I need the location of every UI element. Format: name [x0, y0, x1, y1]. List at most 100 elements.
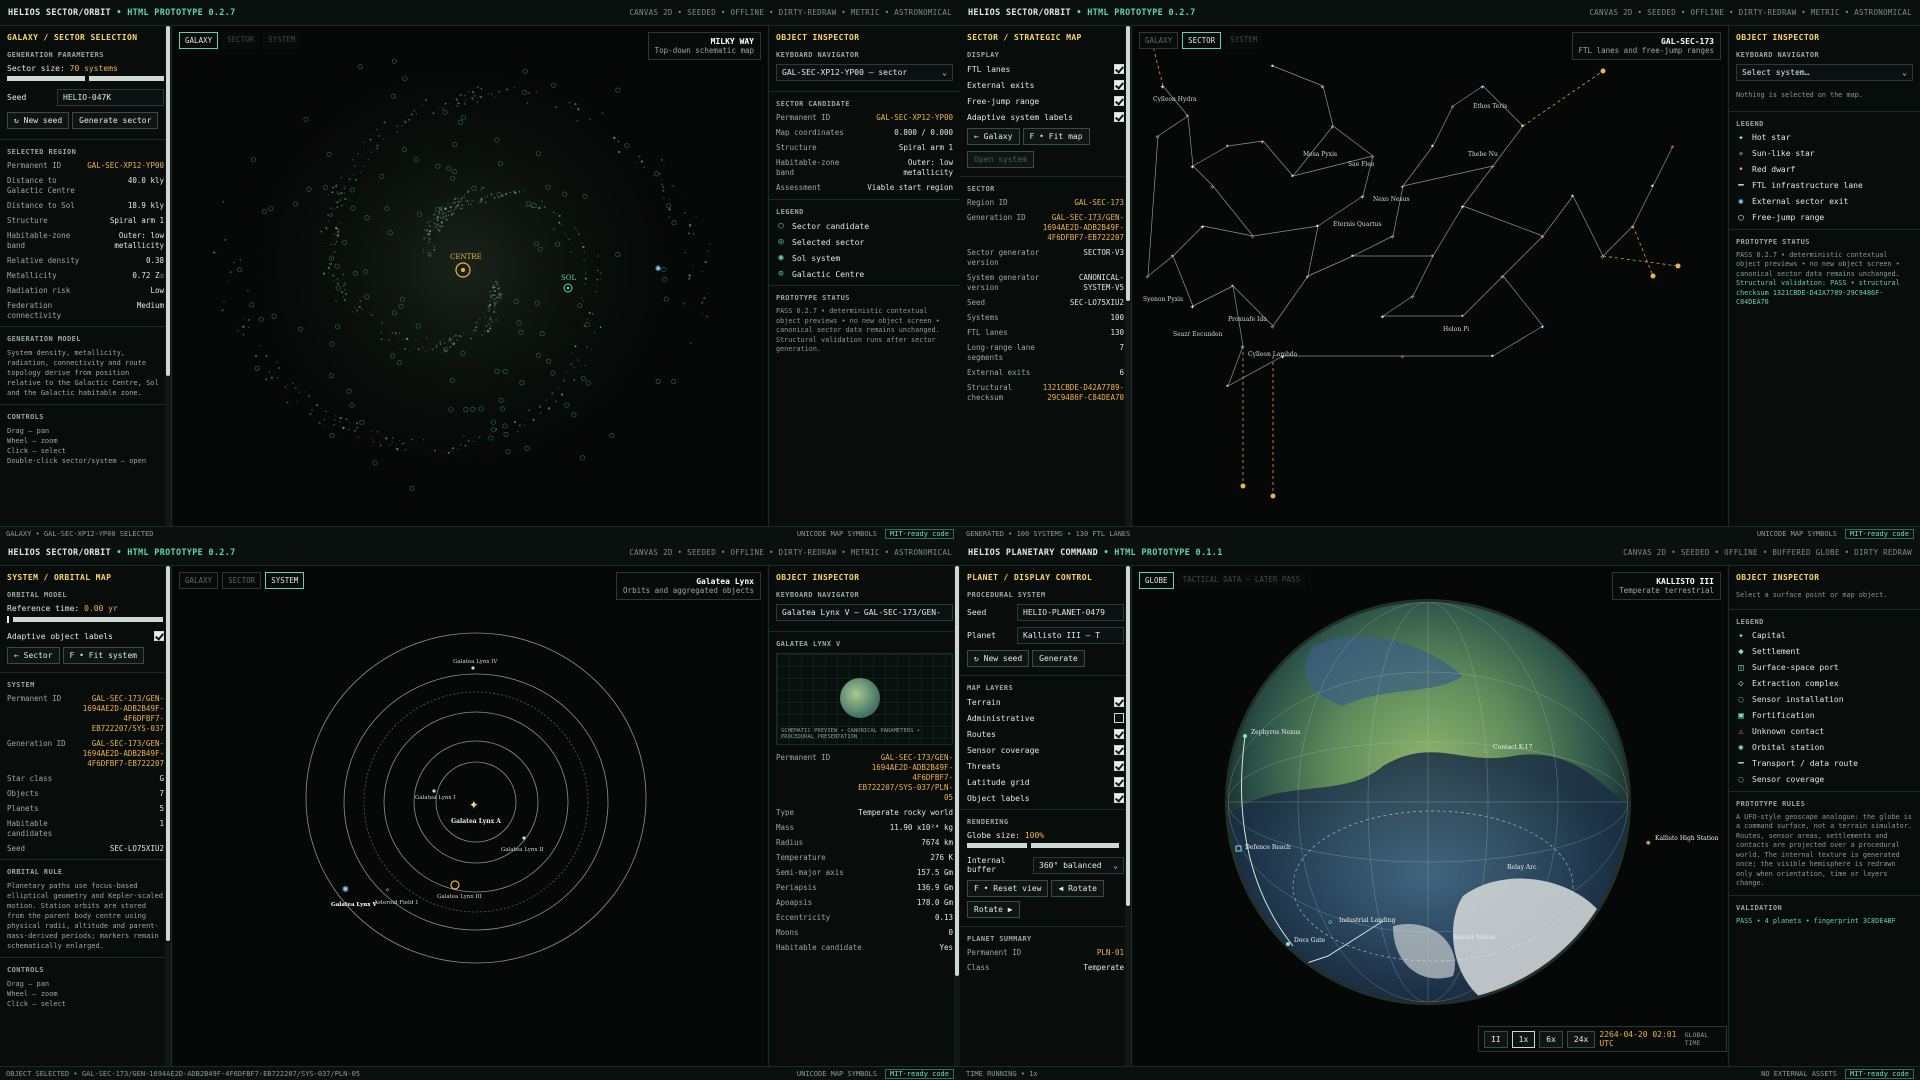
- fit-system-button[interactable]: F • Fit system: [62, 647, 144, 664]
- toggle-checkbox[interactable]: [1114, 697, 1124, 707]
- system-star-marker[interactable]: •: [1170, 252, 1175, 261]
- toggle-checkbox[interactable]: [1114, 761, 1124, 771]
- rotate-right-button[interactable]: Rotate ▶: [967, 901, 1020, 918]
- system-star-marker[interactable]: •: [1570, 192, 1575, 201]
- planet-select[interactable]: Kallisto III — T: [1017, 627, 1124, 644]
- layer-toggle[interactable]: Object labels: [967, 793, 1124, 803]
- toggle-checkbox[interactable]: [1114, 80, 1124, 90]
- system-star-marker[interactable]: ✦: [1160, 82, 1165, 91]
- system-star-marker[interactable]: ✧: [1490, 162, 1495, 171]
- toggle-checkbox[interactable]: [1114, 713, 1124, 723]
- system-star-marker[interactable]: ✧: [1600, 252, 1605, 261]
- external-exit-marker[interactable]: [1600, 68, 1606, 74]
- external-exit-marker[interactable]: [1240, 483, 1246, 489]
- galaxy-back-button[interactable]: ← Galaxy: [967, 128, 1020, 145]
- layer-toggle[interactable]: Routes: [967, 729, 1124, 739]
- buffer-select[interactable]: 360° balanced ⌄: [1033, 856, 1124, 874]
- system-star-marker[interactable]: ✧: [1250, 232, 1255, 241]
- globe-size-slider[interactable]: [967, 843, 1124, 848]
- system-star-marker[interactable]: ✦: [1540, 232, 1545, 241]
- sector-size-slider[interactable]: [7, 76, 164, 81]
- system-star-marker[interactable]: ✧: [1210, 182, 1215, 191]
- planet-marker[interactable]: [471, 666, 475, 670]
- sector-canvas[interactable]: ✦ • ✧ ✦ • ✧ ✦ • ✧ ✦ • ✧ ✦ • ✧ ✦ • ✧ ✦ • ✧ ✦ • ✧ ✦ • ✧ ✦ • ✧ ✦ • ✧ ✦ • ✧ ✦ • ✧ ✦…: [1133, 26, 1727, 526]
- sector-back-button[interactable]: ← Sector: [7, 647, 60, 664]
- system-star-marker[interactable]: ✦: [1190, 302, 1195, 311]
- asteroid-field-marker[interactable]: ✧: [385, 885, 390, 894]
- planet-marker[interactable]: [522, 836, 526, 840]
- external-exit-marker[interactable]: [1270, 493, 1276, 499]
- system-star-marker[interactable]: •: [1315, 222, 1320, 231]
- system-star-marker[interactable]: ✧: [1450, 102, 1455, 111]
- pause-button[interactable]: II: [1484, 1030, 1508, 1048]
- system-star-marker[interactable]: •: [1290, 172, 1295, 181]
- layer-toggle[interactable]: Sensor coverage: [967, 745, 1124, 755]
- layer-toggle[interactable]: Terrain: [967, 697, 1124, 707]
- selected-planet-marker[interactable]: ✺: [342, 882, 349, 895]
- tab-system[interactable]: SYSTEM: [265, 572, 305, 589]
- layer-toggle[interactable]: FTL lanes: [967, 64, 1124, 74]
- new-seed-button[interactable]: ↻ New seed: [7, 112, 70, 129]
- tab-globe[interactable]: GLOBE: [1139, 572, 1174, 589]
- toggle-checkbox[interactable]: [1114, 64, 1124, 74]
- system-star-marker[interactable]: ✧: [1240, 342, 1245, 351]
- tab-galaxy[interactable]: GALAXY: [1139, 32, 1179, 49]
- fit-map-button[interactable]: F • Fit map: [1022, 128, 1090, 145]
- sector-candidate-marker[interactable]: [671, 378, 677, 384]
- adaptive-labels-checkbox[interactable]: [154, 631, 164, 641]
- external-exit-marker[interactable]: [1675, 263, 1681, 269]
- layer-toggle[interactable]: External exits: [967, 80, 1124, 90]
- system-star-marker[interactable]: ✧: [1410, 292, 1415, 301]
- system-star-marker[interactable]: ✧: [1155, 132, 1160, 141]
- system-star-marker[interactable]: ✧: [1670, 142, 1675, 151]
- tab-sector[interactable]: SECTOR: [222, 32, 260, 49]
- system-star-marker[interactable]: ✦: [1400, 182, 1405, 191]
- system-star-marker[interactable]: •: [1350, 252, 1355, 261]
- selected-sector-marker[interactable]: ✺: [655, 263, 661, 274]
- system-star-marker[interactable]: ✦: [1630, 222, 1635, 231]
- generate-sector-button[interactable]: Generate sector: [72, 112, 159, 129]
- system-star-marker[interactable]: ✧: [1370, 152, 1375, 161]
- layer-toggle[interactable]: Administrative: [967, 713, 1124, 723]
- sector-map[interactable]: GALAXY SECTOR SYSTEM GAL-SEC-173 FTL lane…: [1133, 26, 1727, 526]
- tab-tactical[interactable]: TACTICAL DATA — LATER PASS: [1177, 572, 1305, 589]
- system-star-marker[interactable]: ✧: [1400, 352, 1405, 361]
- system-star-marker[interactable]: •: [1460, 312, 1465, 321]
- layer-toggle[interactable]: Latitude grid: [967, 777, 1124, 787]
- system-star-marker[interactable]: ✧: [1145, 272, 1150, 281]
- system-star-marker[interactable]: ✧: [1270, 322, 1275, 331]
- toggle-checkbox[interactable]: [1114, 777, 1124, 787]
- port-marker[interactable]: [1286, 942, 1290, 946]
- tab-sector[interactable]: SECTOR: [222, 572, 262, 589]
- system-star-marker[interactable]: •: [1230, 282, 1235, 291]
- seed-input[interactable]: HELIO-PLANET-0479: [1017, 604, 1124, 621]
- system-star-marker[interactable]: ✦: [1320, 82, 1325, 91]
- tab-system[interactable]: SYSTEM: [263, 32, 301, 49]
- system-star-marker[interactable]: ✦: [1480, 82, 1485, 91]
- system-star-marker[interactable]: ✦: [1200, 222, 1205, 231]
- toggle-checkbox[interactable]: [1114, 729, 1124, 739]
- tab-sector[interactable]: SECTOR: [1182, 32, 1222, 49]
- reset-view-button[interactable]: F • Reset view: [967, 880, 1049, 897]
- planet-marker[interactable]: [450, 880, 460, 890]
- toggle-checkbox[interactable]: [1114, 793, 1124, 803]
- tab-galaxy[interactable]: GALAXY: [179, 32, 219, 49]
- star-marker[interactable]: ✦: [469, 794, 479, 813]
- system-star-marker[interactable]: •: [1225, 382, 1230, 391]
- layer-toggle[interactable]: Threats: [967, 761, 1124, 771]
- toggle-checkbox[interactable]: [1114, 112, 1124, 122]
- orbital-map[interactable]: GALAXY SECTOR SYSTEM Galatea Lynx Orbits …: [173, 566, 767, 1066]
- system-star-marker[interactable]: ✧: [1390, 232, 1395, 241]
- layer-toggle[interactable]: Adaptive system labels: [967, 112, 1124, 122]
- generate-button[interactable]: Generate: [1032, 650, 1085, 667]
- layer-toggle[interactable]: Free-jump range: [967, 96, 1124, 106]
- system-star-marker[interactable]: •: [1490, 352, 1495, 361]
- system-star-marker[interactable]: ✦: [1540, 322, 1545, 331]
- galaxy-map[interactable]: GALAXY SECTOR SYSTEM MILKY WAY Top-down s…: [173, 26, 767, 526]
- toggle-checkbox[interactable]: [1114, 745, 1124, 755]
- system-star-marker[interactable]: •: [1270, 62, 1275, 71]
- orbital-canvas[interactable]: ✦ Galatea Lynx A Galatea Lynx I Galatea …: [173, 566, 767, 1066]
- new-seed-button[interactable]: ↻ New seed: [967, 650, 1030, 667]
- settlement-marker[interactable]: [1243, 734, 1247, 738]
- system-star-marker[interactable]: ✦: [1380, 312, 1385, 321]
